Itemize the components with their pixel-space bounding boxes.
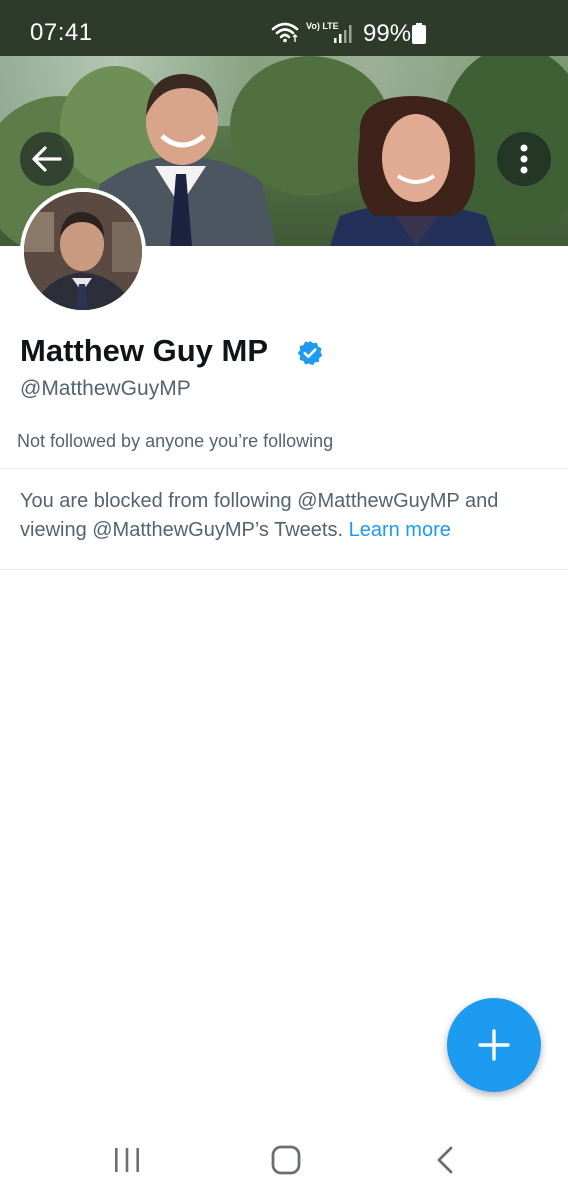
back-chevron-icon[interactable] <box>434 1145 456 1175</box>
learn-more-link[interactable]: Learn more <box>349 519 451 541</box>
more-options-button[interactable] <box>497 132 551 186</box>
followers-you-know: Not followed by anyone you’re following <box>17 431 334 451</box>
blocked-notice: You are blocked from following @MatthewG… <box>20 487 540 545</box>
status-time: 07:41 <box>30 19 93 46</box>
avatar[interactable] <box>24 192 142 310</box>
arrow-left-icon <box>32 146 62 172</box>
divider <box>0 569 568 570</box>
home-icon[interactable] <box>271 1145 301 1175</box>
more-vertical-icon <box>520 144 528 174</box>
avatar-ring <box>20 188 146 314</box>
battery-icon <box>412 23 426 44</box>
battery-level: 99% <box>363 20 412 47</box>
status-bar: 07:41 Vo) LTE 99% <box>0 0 568 56</box>
back-button[interactable] <box>20 132 74 186</box>
display-name: Matthew Guy MP <box>20 333 269 368</box>
avatar-photo <box>24 192 142 310</box>
wifi-icon <box>271 22 299 43</box>
compose-tweet-button[interactable] <box>447 998 541 1092</box>
recents-icon[interactable] <box>113 1147 141 1173</box>
signal-icon <box>334 25 352 43</box>
verified-badge-icon <box>297 340 323 366</box>
profile-handle: @MatthewGuyMP <box>20 377 191 400</box>
plus-icon <box>478 1029 510 1061</box>
divider <box>0 468 568 469</box>
